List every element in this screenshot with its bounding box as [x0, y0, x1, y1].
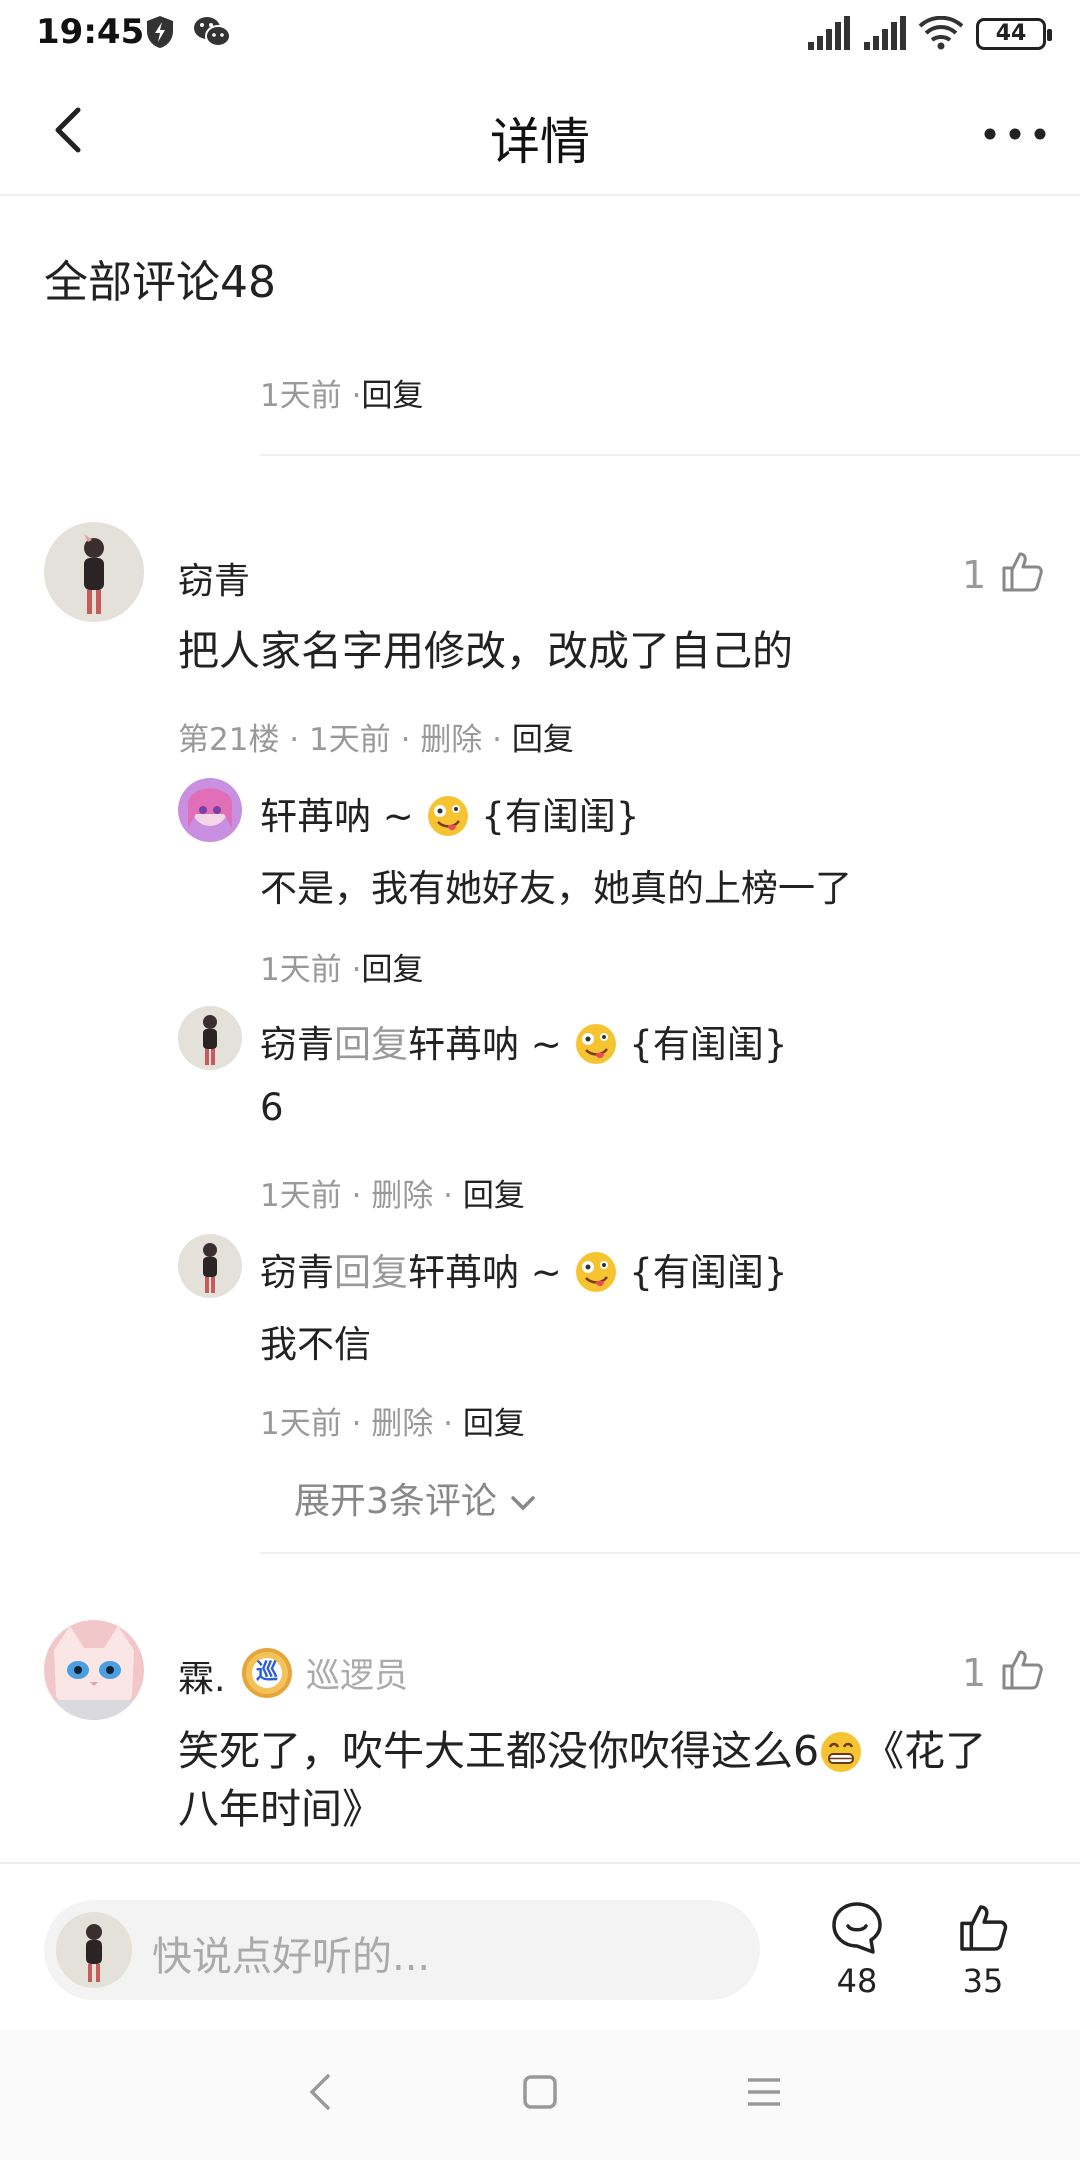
delete-button[interactable]: 删除 [371, 1406, 433, 1442]
reply-time: 1天前 [260, 1406, 342, 1442]
reply-username[interactable]: 轩苒呐 ~ [260, 795, 414, 838]
delete-button[interactable]: 删除 [420, 722, 482, 758]
avatar-image [44, 522, 144, 622]
comment-username[interactable]: 窃青 [178, 552, 250, 604]
comments-button[interactable]: 48 [822, 1900, 892, 2000]
more-dots-icon[interactable] [980, 114, 1050, 154]
like-count: 1 [962, 553, 987, 597]
zany-face-emoji [427, 796, 468, 836]
reply-button[interactable]: 回复 [361, 378, 423, 414]
nav-back-icon[interactable] [302, 2070, 338, 2114]
comment-text: 把人家名字用修改，改成了自己的 [178, 627, 793, 675]
thumbs-up-icon [1002, 552, 1044, 592]
badge-char: 巡 [252, 1658, 282, 1688]
reply-meta: 1天前 · 删除 · 回复 [260, 1406, 525, 1442]
avatar-image [178, 1006, 242, 1070]
comment-time: 1天前 [260, 378, 342, 414]
comment-meta: 1天前 ·回复 [260, 378, 424, 414]
chevron-down-icon [511, 1496, 536, 1511]
like-post-button[interactable]: 35 [948, 1900, 1018, 2000]
reply-target-username[interactable]: 轩苒呐 ~ [408, 1023, 562, 1066]
reply-separator: 回复 [334, 1251, 408, 1294]
comments-count-title: 全部评论48 [44, 257, 276, 308]
reply-username[interactable]: 窃青 [260, 1023, 334, 1066]
thumbs-up-icon [1002, 1650, 1044, 1690]
expand-label: 展开3条评论 [294, 1481, 497, 1522]
like-button[interactable]: 1 [962, 548, 1046, 597]
reply-header: 窃青回复轩苒呐 ~ {有闺闺} [260, 1014, 787, 1068]
nav-menu-icon[interactable] [744, 2070, 784, 2114]
comment-placeholder: 快说点好听的... [152, 1934, 431, 1980]
user-tag: {有闺闺} [629, 1251, 788, 1294]
avatar-image [178, 778, 242, 842]
comment-time: 1天前 [309, 722, 391, 758]
status-bar: 19:45 44 [0, 0, 1080, 70]
avatar[interactable] [178, 1006, 242, 1070]
comment-input-bar: 快说点好听的... 48 35 [0, 1862, 1080, 2028]
avatar[interactable] [178, 1234, 242, 1298]
reply-target-username[interactable]: 轩苒呐 ~ [408, 1251, 562, 1294]
reply-text: 不是，我有她好友，她真的上榜一了 [260, 867, 852, 910]
reply-text: 6 [260, 1086, 284, 1129]
wechat-icon [194, 17, 231, 47]
user-tag: {有闺闺} [481, 795, 640, 838]
comment-count: 48 [836, 1962, 878, 2000]
avatar-image [56, 1912, 132, 1988]
grin-emoji [821, 1732, 862, 1772]
thumbs-up-icon [960, 1905, 1008, 1951]
floor-number: 第21楼 [178, 722, 280, 758]
battery-indicator: 44 [976, 18, 1052, 50]
avatar-image [44, 1620, 144, 1720]
badge-label: 巡逻员 [306, 1656, 408, 1696]
comment-input[interactable]: 快说点好听的... [44, 1900, 760, 2000]
avatar-image [178, 1234, 242, 1298]
user-tag: {有闺闺} [629, 1023, 788, 1066]
avatar[interactable] [178, 778, 242, 842]
reply-button[interactable]: 回复 [512, 722, 574, 758]
shield-bolt-icon [147, 16, 173, 48]
comment-text-line1: 笑死了，吹牛大王都没你吹得这么6 [178, 1727, 820, 1775]
reply-button[interactable]: 回复 [463, 1178, 525, 1214]
reply-meta: 1天前 · 删除 · 回复 [260, 1178, 525, 1214]
like-count: 1 [962, 1651, 987, 1695]
reply-header: 轩苒呐 ~ {有闺闺} [260, 786, 639, 840]
comment-bubble-icon [832, 1902, 882, 1954]
reply-header: 窃青回复轩苒呐 ~ {有闺闺} [260, 1242, 787, 1296]
battery-level: 44 [995, 21, 1027, 46]
delete-button[interactable]: 删除 [371, 1178, 433, 1214]
system-nav-bar [0, 2030, 1080, 2160]
signal-icon [808, 16, 850, 50]
avatar[interactable] [44, 1620, 144, 1720]
like-count: 35 [962, 1962, 1004, 2000]
reply-separator: 回复 [334, 1023, 408, 1066]
comment-meta: 第21楼 · 1天前 · 删除 · 回复 [178, 722, 574, 758]
like-button[interactable]: 1 [962, 1646, 1046, 1695]
reply-text: 我不信 [260, 1323, 371, 1366]
reply-time: 1天前 [260, 952, 342, 988]
patrol-badge-icon: 巡 [242, 1648, 292, 1698]
reply-username[interactable]: 窃青 [260, 1251, 334, 1294]
status-time: 19:45 [36, 12, 145, 52]
zany-face-emoji [575, 1024, 616, 1064]
reply-button[interactable]: 回复 [463, 1406, 525, 1442]
my-avatar [56, 1912, 132, 1988]
top-bar: 详情 [0, 70, 1080, 196]
comment-text-line2: 八年时间》 [178, 1785, 383, 1833]
comment-username[interactable]: 霖. [178, 1650, 225, 1702]
comment-text-tail: 《花了 [863, 1727, 987, 1775]
reply-time: 1天前 [260, 1178, 342, 1214]
zany-face-emoji [575, 1252, 616, 1292]
page-title: 详情 [490, 113, 590, 171]
avatar[interactable] [44, 522, 144, 622]
signal-2-icon [864, 16, 906, 50]
nav-home-icon[interactable] [520, 2070, 560, 2114]
wifi-icon [918, 16, 964, 50]
expand-replies-button[interactable]: 展开3条评论 [294, 1472, 538, 1524]
comment-text: 笑死了，吹牛大王都没你吹得这么6 《花了 八年时间》 [178, 1722, 1058, 1838]
divider [260, 1552, 1080, 1554]
reply-button[interactable]: 回复 [361, 952, 423, 988]
reply-meta: 1天前 ·回复 [260, 952, 424, 988]
divider [260, 454, 1080, 456]
